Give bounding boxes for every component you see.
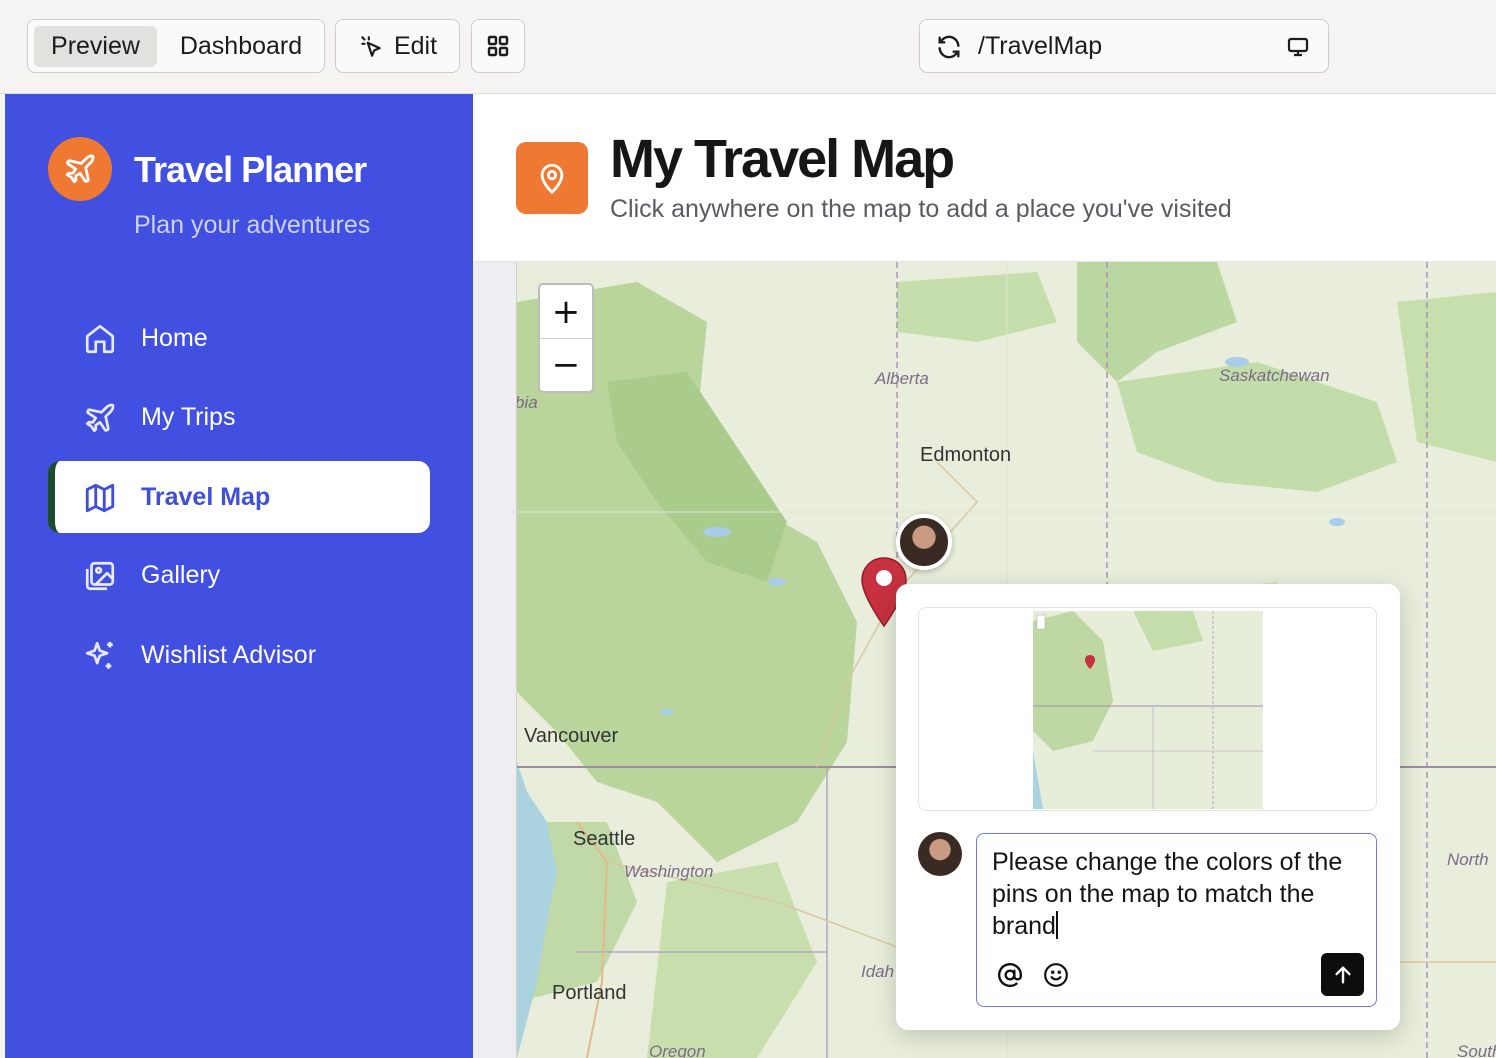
- map-label: Saskatchewan: [1219, 366, 1330, 385]
- plane-icon: [65, 154, 95, 184]
- sidebar-item-label: Travel Map: [141, 482, 271, 511]
- map-label: Seattle: [573, 828, 636, 850]
- sidebar-item-wishlist-advisor[interactable]: Wishlist Advisor: [48, 619, 430, 691]
- map-icon: [85, 483, 115, 513]
- commenter-avatar: [896, 514, 952, 570]
- comment-input[interactable]: Please change the colors of the pins on …: [976, 833, 1377, 1007]
- preview-tab[interactable]: Preview: [34, 26, 157, 67]
- map-label: South: [1457, 1042, 1496, 1058]
- sidebar-item-travel-map[interactable]: Travel Map: [48, 461, 430, 533]
- comment-text-wrapper: Please change the colors of the pins on …: [992, 846, 1364, 942]
- page-title: My Travel Map: [610, 129, 955, 189]
- map-screenshot-thumbnail: [1033, 611, 1263, 809]
- text-caret: [1055, 911, 1058, 939]
- map-label: bia: [516, 393, 538, 412]
- user-avatar: [918, 832, 962, 876]
- screenshot-attachment[interactable]: [918, 607, 1377, 811]
- smile-icon[interactable]: [1043, 962, 1069, 988]
- page-header: My Travel Map Click anywhere on the map …: [473, 94, 1496, 262]
- at-icon[interactable]: [997, 962, 1023, 988]
- send-button[interactable]: [1321, 953, 1364, 996]
- url-text: /TravelMap: [978, 32, 1103, 60]
- top-toolbar: Preview Dashboard Edit /TravelMap: [0, 0, 1496, 94]
- map-label: North: [1447, 850, 1489, 869]
- view-mode-toggle: Preview Dashboard: [27, 19, 325, 73]
- grid-button[interactable]: [471, 19, 525, 73]
- home-icon: [85, 324, 115, 354]
- edit-label: Edit: [393, 31, 438, 60]
- desktop-icon[interactable]: [1286, 35, 1310, 59]
- gallery-icon: [85, 561, 115, 591]
- map-pin-icon: [540, 163, 564, 195]
- map-label: Oregon: [649, 1042, 706, 1058]
- sidebar-item-label: Gallery: [141, 560, 221, 589]
- cursor-select-icon: [361, 36, 381, 57]
- refresh-icon[interactable]: [935, 33, 963, 61]
- edit-button[interactable]: Edit: [335, 19, 460, 73]
- zoom-control: + −: [538, 283, 594, 393]
- comment-popup: Please change the colors of the pins on …: [896, 584, 1400, 1030]
- grid-icon: [487, 35, 509, 57]
- sidebar-item-label: Home: [141, 323, 208, 352]
- brand-title: Travel Planner: [134, 149, 367, 190]
- map-label: Vancouver: [524, 725, 619, 747]
- sparkles-icon: [85, 641, 113, 669]
- comment-text: Please change the colors of the pins on …: [992, 848, 1343, 940]
- sidebar-item-gallery[interactable]: Gallery: [48, 539, 430, 611]
- sidebar-item-label: My Trips: [141, 402, 236, 431]
- map-label: Alberta: [875, 369, 929, 388]
- arrow-up-icon: [1334, 965, 1351, 984]
- page-icon: [516, 142, 588, 214]
- sidebar-item-my-trips[interactable]: My Trips: [48, 381, 430, 453]
- url-bar[interactable]: /TravelMap: [919, 19, 1329, 73]
- dashboard-tab[interactable]: Dashboard: [166, 26, 316, 67]
- map-label: Washington: [624, 862, 714, 881]
- sidebar-item-label: Wishlist Advisor: [141, 640, 317, 669]
- brand-subtitle: Plan your adventures: [134, 211, 371, 239]
- map-label: Portland: [552, 982, 627, 1004]
- zoom-out-button[interactable]: −: [540, 338, 592, 391]
- map-label: Idah: [861, 962, 895, 981]
- zoom-in-button[interactable]: +: [540, 285, 592, 338]
- page-subtitle: Click anywhere on the map to add a place…: [610, 195, 1232, 223]
- map-label: Edmonton: [920, 444, 1012, 466]
- brand-logo: [48, 137, 112, 201]
- sidebar-item-home[interactable]: Home: [48, 302, 430, 374]
- plane-icon: [85, 403, 115, 433]
- sidebar: Travel Planner Plan your adventures Home…: [5, 94, 473, 1058]
